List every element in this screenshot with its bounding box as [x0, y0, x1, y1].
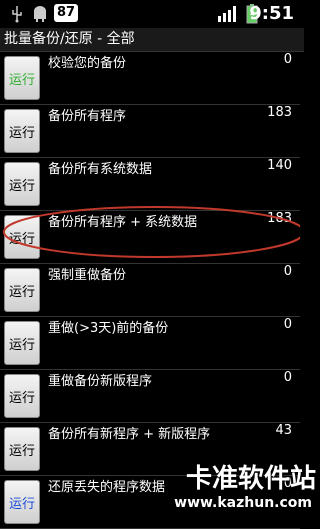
row-label: 备份所有程序 [48, 105, 126, 157]
android-icon [32, 5, 48, 27]
run-button[interactable]: 运行 [4, 162, 40, 206]
list-item: 运行 重做(>3天)前的备份 0 [0, 317, 300, 370]
list-item: 运行 强制重做备份 0 [0, 264, 300, 317]
list-item: 运行 备份所有程序 183 [0, 105, 300, 158]
row-label: 重做(>3天)前的备份 [48, 317, 168, 369]
run-button[interactable]: 运行 [4, 480, 40, 524]
list-item: 运行 校验您的备份 0 [0, 52, 300, 105]
row-count: 0 [284, 52, 292, 104]
signal-icon [218, 6, 240, 26]
watermark-brand: 卡准软件站 [186, 458, 316, 495]
list-item: 运行 备份所有程序 + 系统数据 183 [0, 211, 300, 264]
row-label: 强制重做备份 [48, 264, 126, 316]
row-count: 140 [267, 158, 292, 210]
row-label: 备份所有系统数据 [48, 158, 152, 210]
list-item: 运行 重做备份新版程序 0 [0, 370, 300, 423]
row-count: 0 [284, 317, 292, 369]
run-button[interactable]: 运行 [4, 56, 40, 100]
row-count: 0 [284, 370, 292, 422]
list-item: 运行 备份所有系统数据 140 [0, 158, 300, 211]
row-count: 183 [267, 211, 292, 263]
page-title: 批量备份/还原 - 全部 [0, 28, 304, 52]
status-bar: 87 9:51 [0, 0, 300, 28]
row-label: 重做备份新版程序 [48, 370, 152, 422]
row-count: 183 [267, 105, 292, 157]
run-button[interactable]: 运行 [4, 215, 40, 259]
run-button[interactable]: 运行 [4, 427, 40, 471]
run-button[interactable]: 运行 [4, 321, 40, 365]
watermark-url: www.kazhun.com [174, 495, 312, 511]
row-label: 还原丢失的程序数据 [48, 476, 165, 528]
battery-level-badge: 87 [54, 4, 78, 22]
usb-icon [10, 5, 24, 27]
run-button[interactable]: 运行 [4, 268, 40, 312]
row-count: 0 [284, 264, 292, 316]
clock: 9:51 [249, 3, 294, 24]
row-label: 备份所有程序 + 系统数据 [48, 211, 197, 263]
run-button[interactable]: 运行 [4, 374, 40, 418]
row-label: 校验您的备份 [48, 52, 126, 104]
run-button[interactable]: 运行 [4, 109, 40, 153]
